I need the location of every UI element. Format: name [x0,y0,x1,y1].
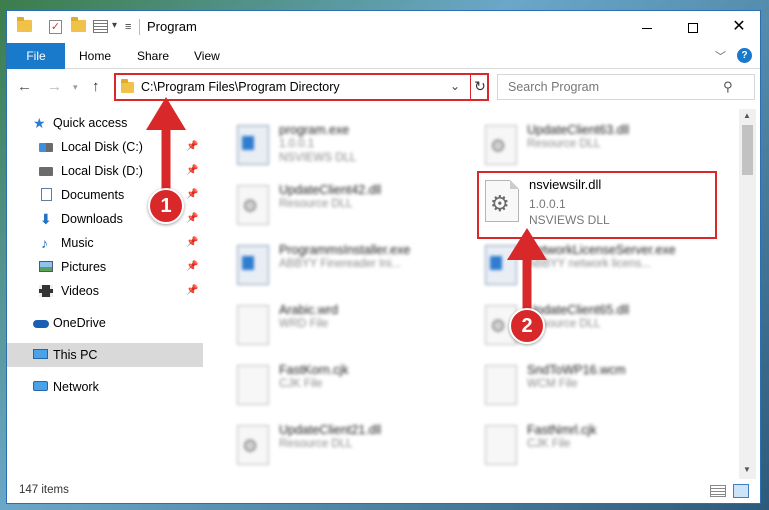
step-1-badge: 1 [148,188,184,224]
step-2-badge: 2 [509,308,545,344]
arrow-2 [507,228,547,310]
arrow-1 [146,97,186,190]
callout-arrows [146,97,547,310]
